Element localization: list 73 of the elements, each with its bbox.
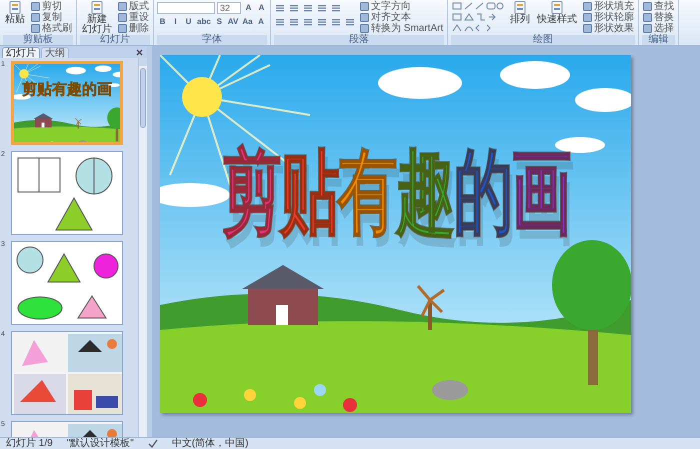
ribbon-button[interactable]: 删除 bbox=[117, 23, 150, 34]
lines-icon bbox=[303, 17, 313, 27]
ribbon-button[interactable]: 快速样式 bbox=[535, 1, 580, 25]
group-label: 绘图 bbox=[451, 35, 636, 45]
ribbon-button[interactable]: 格式刷 bbox=[30, 23, 73, 34]
ribbon-button[interactable]: 对齐文本 bbox=[359, 12, 444, 23]
ribbon-button[interactable]: 粘贴 bbox=[3, 1, 27, 25]
lines-icon bbox=[331, 17, 341, 27]
lines-icon bbox=[331, 3, 341, 13]
status-text: 中文(简体，中国) bbox=[172, 438, 248, 449]
lines-icon bbox=[303, 3, 313, 13]
square-icon bbox=[360, 24, 369, 33]
ribbon-button[interactable]: 形状轮廓 bbox=[582, 12, 636, 23]
format-button[interactable]: A bbox=[256, 2, 267, 14]
ribbon-button[interactable]: 形状填充 bbox=[582, 1, 636, 12]
ribbon-button[interactable]: 新建 幻灯片 bbox=[80, 1, 114, 35]
lines-icon bbox=[345, 17, 355, 27]
square-icon bbox=[31, 24, 40, 33]
ribbon-button[interactable]: 排列 bbox=[508, 1, 532, 25]
format-button[interactable]: I bbox=[170, 16, 181, 28]
square-icon bbox=[583, 13, 592, 22]
format-button[interactable]: A bbox=[243, 2, 254, 14]
ribbon-button[interactable]: 重设 bbox=[117, 12, 150, 23]
thumbnail-title: 剪贴有趣的画 bbox=[21, 82, 113, 98]
group-label: 段落 bbox=[274, 35, 444, 45]
lines-icon bbox=[289, 17, 299, 27]
close-icon bbox=[136, 49, 143, 56]
square-icon bbox=[643, 24, 652, 33]
scrollbar[interactable] bbox=[138, 58, 147, 437]
ribbon-button[interactable]: 转换为 SmartArt bbox=[359, 23, 444, 34]
slide-thumbnail[interactable]: 剪贴有趣的画 bbox=[11, 61, 123, 145]
format-button[interactable]: AV bbox=[226, 16, 240, 28]
group-label: 剪贴板 bbox=[3, 35, 73, 45]
format-button[interactable]: U bbox=[183, 16, 194, 28]
ribbon-button[interactable]: 替换 bbox=[642, 12, 676, 23]
format-button[interactable]: S bbox=[214, 16, 225, 28]
ribbon-button[interactable]: 版式 bbox=[117, 1, 150, 12]
format-button[interactable]: Aa bbox=[241, 16, 254, 28]
square-icon bbox=[118, 24, 127, 33]
lines-icon bbox=[275, 17, 285, 27]
square-icon bbox=[118, 13, 127, 22]
square-icon bbox=[583, 24, 592, 33]
square-icon bbox=[643, 13, 652, 22]
ribbon-button[interactable]: 文字方向 bbox=[359, 1, 444, 12]
document-icon bbox=[9, 1, 21, 14]
status-text: "默认设计模板" bbox=[66, 438, 134, 449]
group-label: 字体 bbox=[157, 35, 267, 45]
group-label: 编辑 bbox=[642, 35, 676, 45]
document-icon bbox=[551, 1, 564, 14]
lines-icon bbox=[317, 3, 327, 13]
group-label: 幻灯片 bbox=[80, 35, 150, 45]
ribbon-button[interactable]: 复制 bbox=[30, 12, 73, 23]
ribbon-button[interactable]: 选择 bbox=[642, 23, 676, 34]
lines-icon bbox=[275, 3, 285, 13]
document-icon bbox=[514, 1, 526, 14]
ribbon-button[interactable]: 形状效果 bbox=[582, 23, 636, 34]
check-icon bbox=[148, 439, 158, 448]
font-name-field[interactable] bbox=[157, 2, 215, 14]
shapes-gallery bbox=[451, 1, 506, 33]
document-icon bbox=[91, 1, 103, 14]
lines-icon bbox=[317, 17, 327, 27]
format-button[interactable]: B bbox=[157, 16, 168, 28]
font-size-field[interactable]: 32 bbox=[217, 2, 241, 14]
format-button[interactable]: A bbox=[256, 16, 267, 28]
status-text: 幻灯片 1/9 bbox=[6, 438, 53, 449]
ribbon-button[interactable]: 查找 bbox=[642, 1, 676, 12]
panel-tab[interactable]: 大纲 bbox=[41, 47, 69, 58]
square-icon bbox=[31, 13, 40, 22]
lines-icon bbox=[289, 3, 299, 13]
format-button[interactable]: abc bbox=[196, 16, 212, 28]
panel-tab[interactable]: 幻灯片 bbox=[2, 47, 40, 58]
ribbon-button[interactable]: 剪切 bbox=[30, 1, 73, 12]
square-icon bbox=[360, 13, 369, 22]
